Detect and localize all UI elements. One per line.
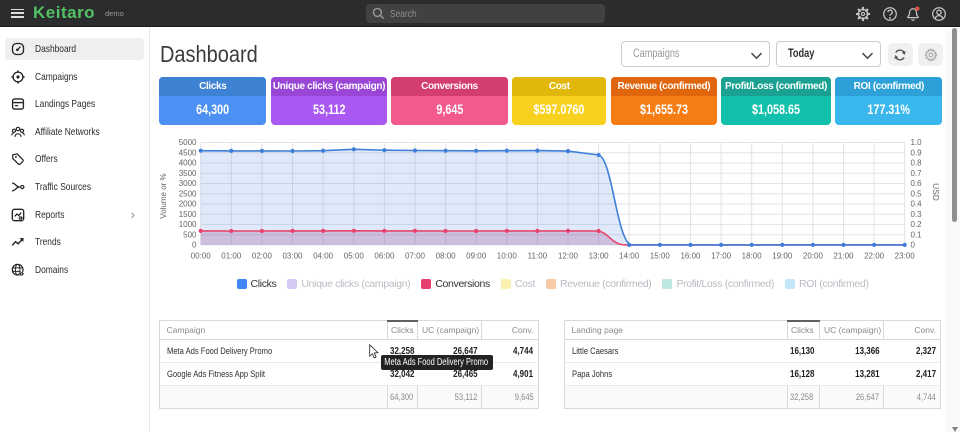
svg-text:07:00: 07:00 <box>405 252 426 261</box>
svg-text:0.1: 0.1 <box>911 230 923 239</box>
svg-text:0.2: 0.2 <box>911 220 923 229</box>
svg-text:0.3: 0.3 <box>911 210 923 219</box>
svg-text:15:00: 15:00 <box>650 252 671 261</box>
svg-text:09:00: 09:00 <box>466 252 487 261</box>
svg-text:20:00: 20:00 <box>803 252 824 261</box>
svg-text:2500: 2500 <box>179 189 197 198</box>
svg-text:16:00: 16:00 <box>680 252 701 261</box>
svg-text:0.4: 0.4 <box>911 200 923 209</box>
svg-text:11:00: 11:00 <box>528 252 548 261</box>
svg-text:22:00: 22:00 <box>864 252 885 261</box>
svg-text:14:00: 14:00 <box>619 252 640 261</box>
svg-text:0.9: 0.9 <box>911 148 923 157</box>
svg-text:USD: USD <box>931 183 941 201</box>
svg-text:3500: 3500 <box>179 169 197 178</box>
svg-text:21:00: 21:00 <box>833 252 854 261</box>
svg-text:05:00: 05:00 <box>344 252 365 261</box>
svg-text:0: 0 <box>192 241 197 250</box>
svg-text:00:00: 00:00 <box>191 252 212 261</box>
svg-text:0: 0 <box>911 241 916 250</box>
svg-text:0.8: 0.8 <box>911 159 923 168</box>
svg-text:0.7: 0.7 <box>911 169 923 178</box>
svg-text:Volume or %: Volume or % <box>159 173 168 218</box>
svg-text:17:00: 17:00 <box>711 252 732 261</box>
svg-text:2000: 2000 <box>179 200 197 209</box>
svg-text:4000: 4000 <box>179 159 197 168</box>
svg-text:01:00: 01:00 <box>221 252 242 261</box>
svg-text:03:00: 03:00 <box>282 252 303 261</box>
svg-text:10:00: 10:00 <box>497 252 518 261</box>
svg-text:12:00: 12:00 <box>558 252 579 261</box>
svg-text:18:00: 18:00 <box>742 252 763 261</box>
svg-text:1.0: 1.0 <box>911 138 923 147</box>
svg-text:0.5: 0.5 <box>911 189 923 198</box>
svg-text:1500: 1500 <box>179 210 197 219</box>
svg-text:23:00: 23:00 <box>895 252 916 261</box>
svg-text:08:00: 08:00 <box>436 252 457 261</box>
svg-text:13:00: 13:00 <box>589 252 610 261</box>
svg-text:1000: 1000 <box>179 220 197 229</box>
svg-text:500: 500 <box>183 230 197 239</box>
svg-text:19:00: 19:00 <box>772 252 793 261</box>
svg-text:06:00: 06:00 <box>374 252 395 261</box>
svg-text:3000: 3000 <box>179 179 197 188</box>
svg-text:0.6: 0.6 <box>911 179 923 188</box>
svg-text:02:00: 02:00 <box>252 252 273 261</box>
svg-text:4500: 4500 <box>179 148 197 157</box>
svg-text:04:00: 04:00 <box>313 252 334 261</box>
svg-text:5000: 5000 <box>179 138 197 147</box>
